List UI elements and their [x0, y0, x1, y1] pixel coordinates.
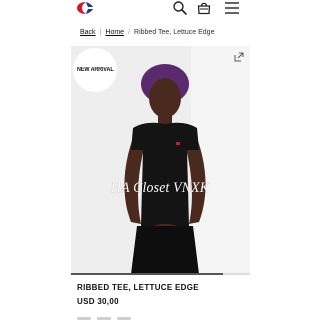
gallery-progress-fill: [71, 273, 224, 275]
new-arrival-label: NEW ARRIVAL: [76, 67, 114, 73]
breadcrumb-back-link[interactable]: Back: [80, 29, 96, 36]
product-title: RIBBED TEE, LETTUCE EDGE: [77, 283, 199, 292]
product-image[interactable]: NEW ARRIVAL HA Closet VNXK: [71, 46, 250, 274]
new-arrival-badge: NEW ARRIVAL: [73, 48, 117, 92]
breadcrumb-home-link[interactable]: Home: [105, 29, 124, 36]
watermark-text: HA Closet VNXK: [111, 180, 210, 196]
search-icon[interactable]: [172, 0, 188, 16]
expand-icon[interactable]: [234, 52, 244, 62]
champion-logo[interactable]: [76, 1, 96, 15]
breadcrumb: Back | Home / Ribbed Tee, Lettuce Edge: [80, 29, 214, 36]
breadcrumb-separator: /: [128, 29, 131, 36]
breadcrumb-current: Ribbed Tee, Lettuce Edge: [134, 29, 215, 36]
site-header: [0, 0, 320, 20]
gallery-progress-bar: [71, 273, 250, 275]
breadcrumb-separator: |: [99, 29, 102, 36]
product-price: USD 30,00: [77, 297, 119, 306]
bag-icon[interactable]: [196, 0, 212, 16]
menu-icon[interactable]: [224, 0, 240, 16]
